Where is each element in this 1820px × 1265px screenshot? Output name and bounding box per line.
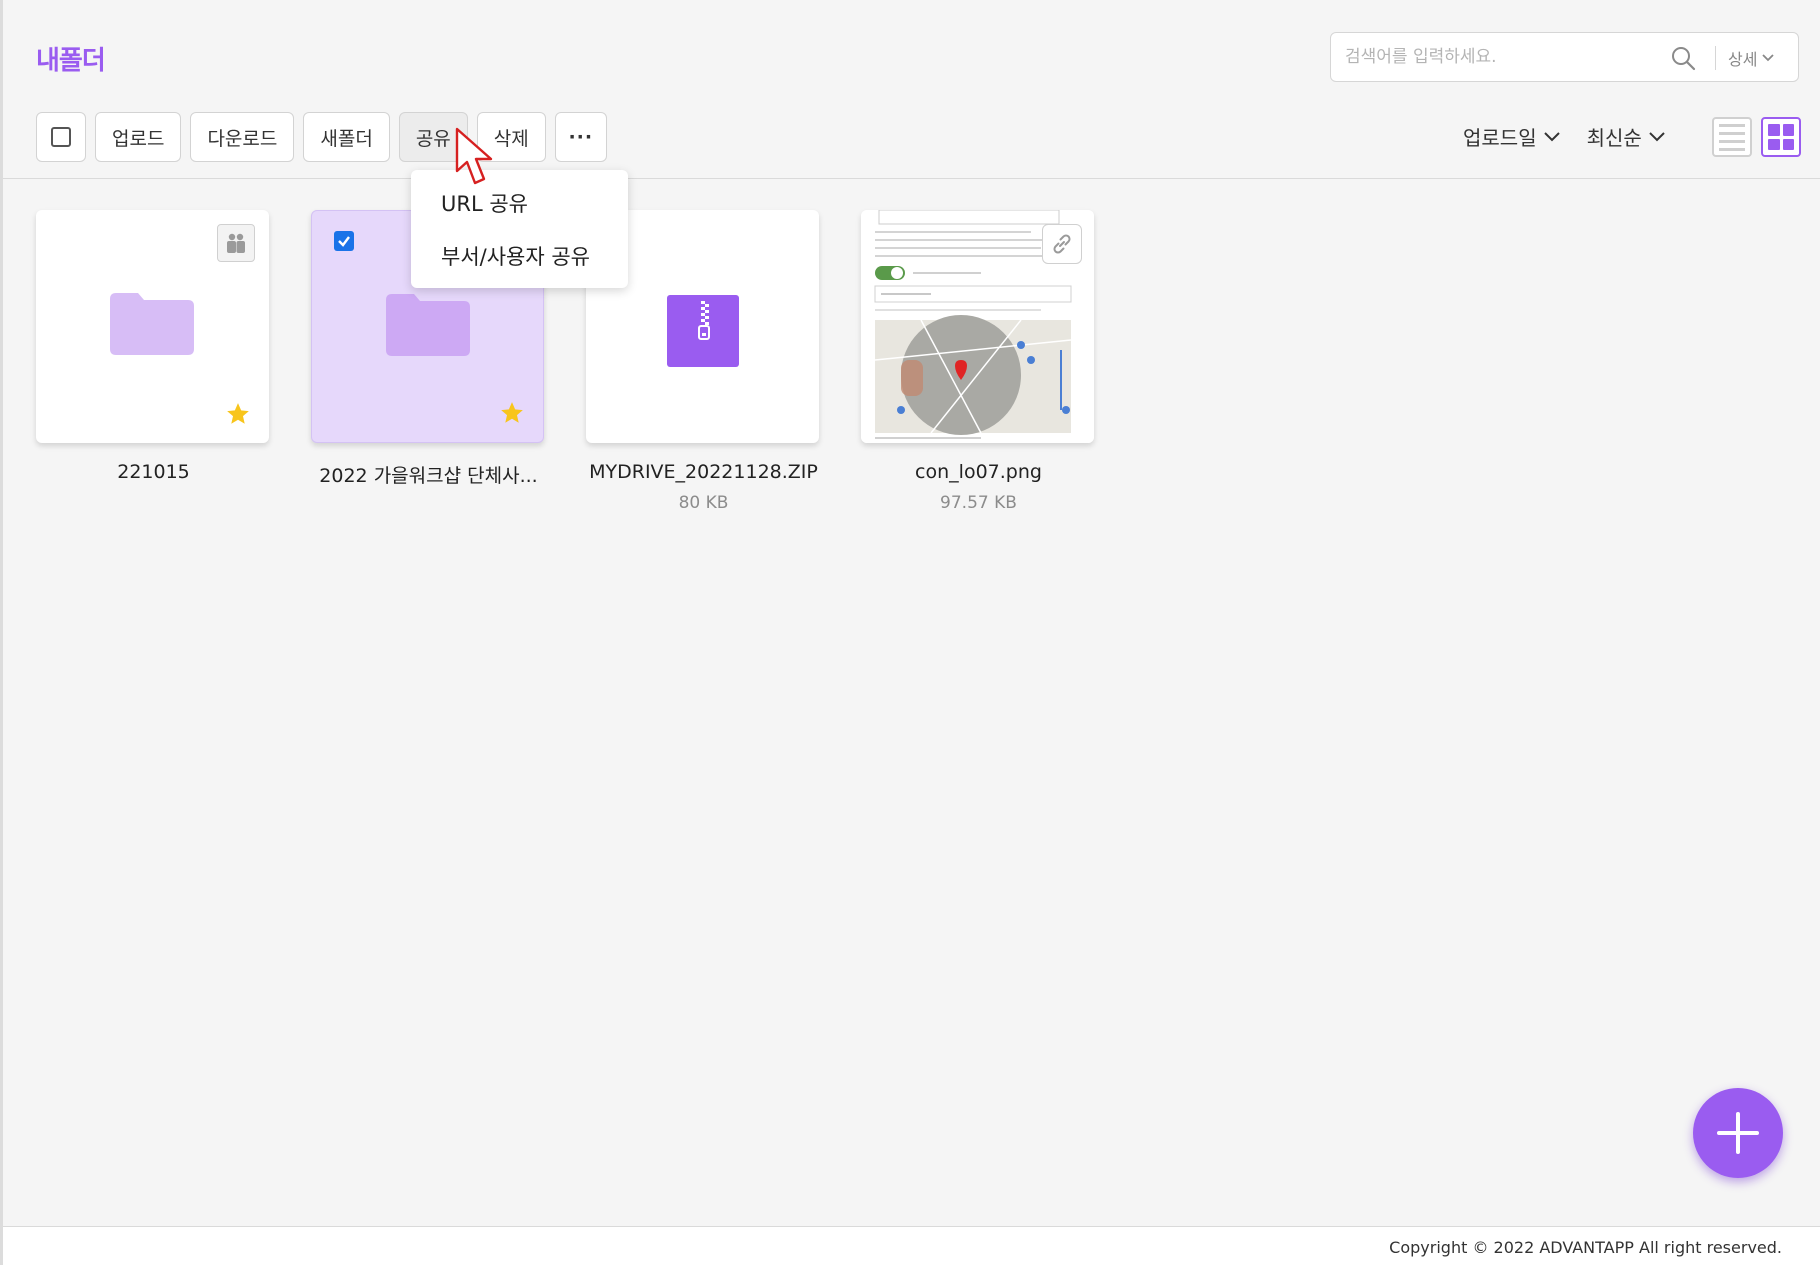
zip-file-icon (667, 295, 739, 367)
sort-field-dropdown[interactable]: 업로드일 (1463, 122, 1561, 151)
file-name: 221015 (117, 461, 190, 483)
file-name: 2022 가을워크샵 단체사... (319, 465, 538, 487)
url-share-menu-item[interactable]: URL 공유 (411, 186, 628, 222)
search-box: 상세 (1330, 32, 1799, 82)
sort-order-dropdown[interactable]: 최신순 (1587, 122, 1666, 151)
file-thumbnail[interactable] (36, 210, 269, 443)
search-divider (1715, 46, 1716, 70)
folder-icon (386, 294, 470, 356)
star-icon[interactable] (225, 401, 251, 427)
search-icon[interactable] (1669, 44, 1697, 72)
search-detail-label: 상세 (1728, 50, 1758, 69)
file-name: MYDRIVE_20221128.ZIP (589, 461, 818, 483)
footer-divider (3, 1226, 1820, 1227)
file-card[interactable]: con_lo07.png 97.57 KB (861, 210, 1096, 513)
dept-user-share-menu-item[interactable]: 부서/사용자 공유 (411, 232, 628, 282)
toolbar: 업로드 다운로드 새폴더 공유 삭제 ··· (36, 112, 607, 162)
search-detail-dropdown[interactable]: 상세 (1728, 46, 1775, 70)
link-icon[interactable] (1042, 224, 1082, 264)
search-input[interactable] (1331, 33, 1651, 81)
folder-icon (110, 293, 194, 355)
file-card[interactable]: 221015 (36, 210, 271, 483)
chevron-down-icon (1543, 131, 1560, 141)
mouse-cursor-icon (455, 127, 493, 185)
file-size: 97.57 KB (940, 493, 1017, 513)
select-all-checkbox[interactable] (36, 112, 86, 162)
header-divider (3, 178, 1820, 179)
star-icon[interactable] (499, 400, 525, 426)
file-thumbnail[interactable] (861, 210, 1094, 443)
item-checkbox[interactable] (334, 231, 354, 251)
more-button[interactable]: ··· (554, 112, 607, 162)
chevron-down-icon (1762, 54, 1775, 62)
download-button[interactable]: 다운로드 (190, 112, 295, 162)
sort-field-label: 업로드일 (1463, 126, 1537, 150)
shared-users-icon (217, 224, 255, 262)
footer-copyright: Copyright © 2022 ADVANTAPP All right res… (1389, 1238, 1782, 1257)
sort-order-label: 최신순 (1586, 126, 1642, 150)
grid-view-toggle[interactable] (1761, 117, 1801, 157)
chevron-down-icon (1649, 131, 1665, 141)
plus-icon (1717, 1112, 1759, 1154)
list-view-toggle[interactable] (1712, 117, 1752, 157)
file-name: con_lo07.png (915, 461, 1042, 483)
add-button[interactable] (1693, 1088, 1783, 1178)
sort-controls: 업로드일 최신순 (1463, 122, 1666, 151)
upload-button[interactable]: 업로드 (95, 112, 182, 162)
share-dropdown-menu: URL 공유 부서/사용자 공유 (411, 170, 628, 288)
file-size: 80 KB (678, 493, 729, 513)
page-title: 내폴더 (36, 46, 106, 76)
new-folder-button[interactable]: 새폴더 (303, 112, 390, 162)
my-folder-page: 내폴더 상세 업로드 다운로드 새폴더 공유 삭제 ··· 업로드일 (0, 0, 1820, 1265)
